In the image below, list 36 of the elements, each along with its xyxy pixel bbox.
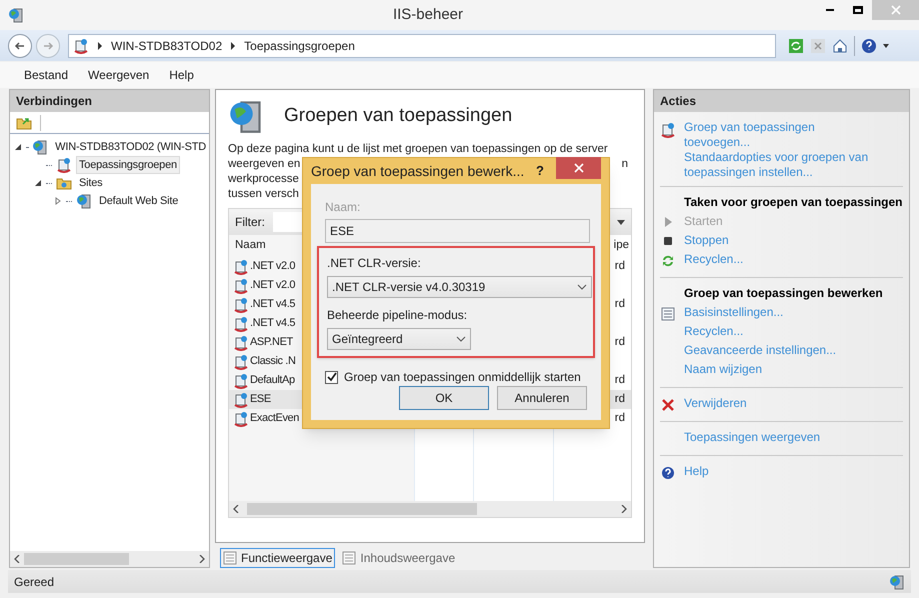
description-text: weergeven en (228, 157, 300, 172)
table-cell-text: .NET v4.5 (250, 297, 296, 312)
window-title: IIS-beheer (392, 4, 464, 25)
description-text: Op deze pagina kunt u de lijst met groepen van toepassingen op de server (228, 142, 608, 157)
filter-label: Filter: (235, 214, 265, 231)
table-cell-text: Classic .N (250, 354, 296, 370)
dialog-title: Groep van toepassingen bewerk... (311, 162, 524, 181)
dropdown-value: Geïntegreerd (332, 331, 403, 348)
dropdown-value: .NET CLR-versie v4.0.30319 (332, 279, 486, 296)
table-cell-text: ExactEven (250, 411, 299, 426)
table-cell-text: DefaultAp (250, 373, 295, 388)
section-heading: Groep van toepassingen bewerken (684, 286, 883, 301)
status-text: Gereed (14, 574, 54, 590)
section-heading: Taken voor groepen van toepassingen (684, 195, 902, 210)
description-text: werkprocesse (228, 172, 299, 187)
field-label: Naam: (325, 199, 362, 216)
description-text: n (622, 157, 628, 172)
table-cell-text: .NET v4.5 (250, 316, 296, 332)
page-title: Groepen van toepassingen (284, 104, 512, 128)
table-cell-text: rd (614, 372, 625, 388)
table-cell-text: .NET v2.0 (250, 278, 296, 294)
panel-header: Verbindingen (10, 90, 209, 112)
field-label: Beheerde pipeline-modus: (327, 307, 468, 324)
table-cell-text: ESE (250, 392, 271, 408)
name-field: ESE (325, 219, 590, 243)
table-cell-text: .NET v2.0 (250, 259, 296, 274)
table-cell-text: ASP.NET (250, 335, 293, 350)
table-cell-text: rd (614, 258, 625, 274)
table-cell-text: rd (614, 296, 625, 312)
field-label: .NET CLR-versie: (327, 255, 422, 272)
table-cell-text: rd (614, 334, 625, 350)
description-text: tussen versch (228, 187, 299, 202)
table-cell-text: rd (614, 410, 625, 426)
table-cell-text: rd (614, 392, 625, 407)
panel-header: Acties (654, 90, 909, 112)
checkbox-label: Groep van toepassingen onmiddellijk starten (344, 369, 581, 386)
